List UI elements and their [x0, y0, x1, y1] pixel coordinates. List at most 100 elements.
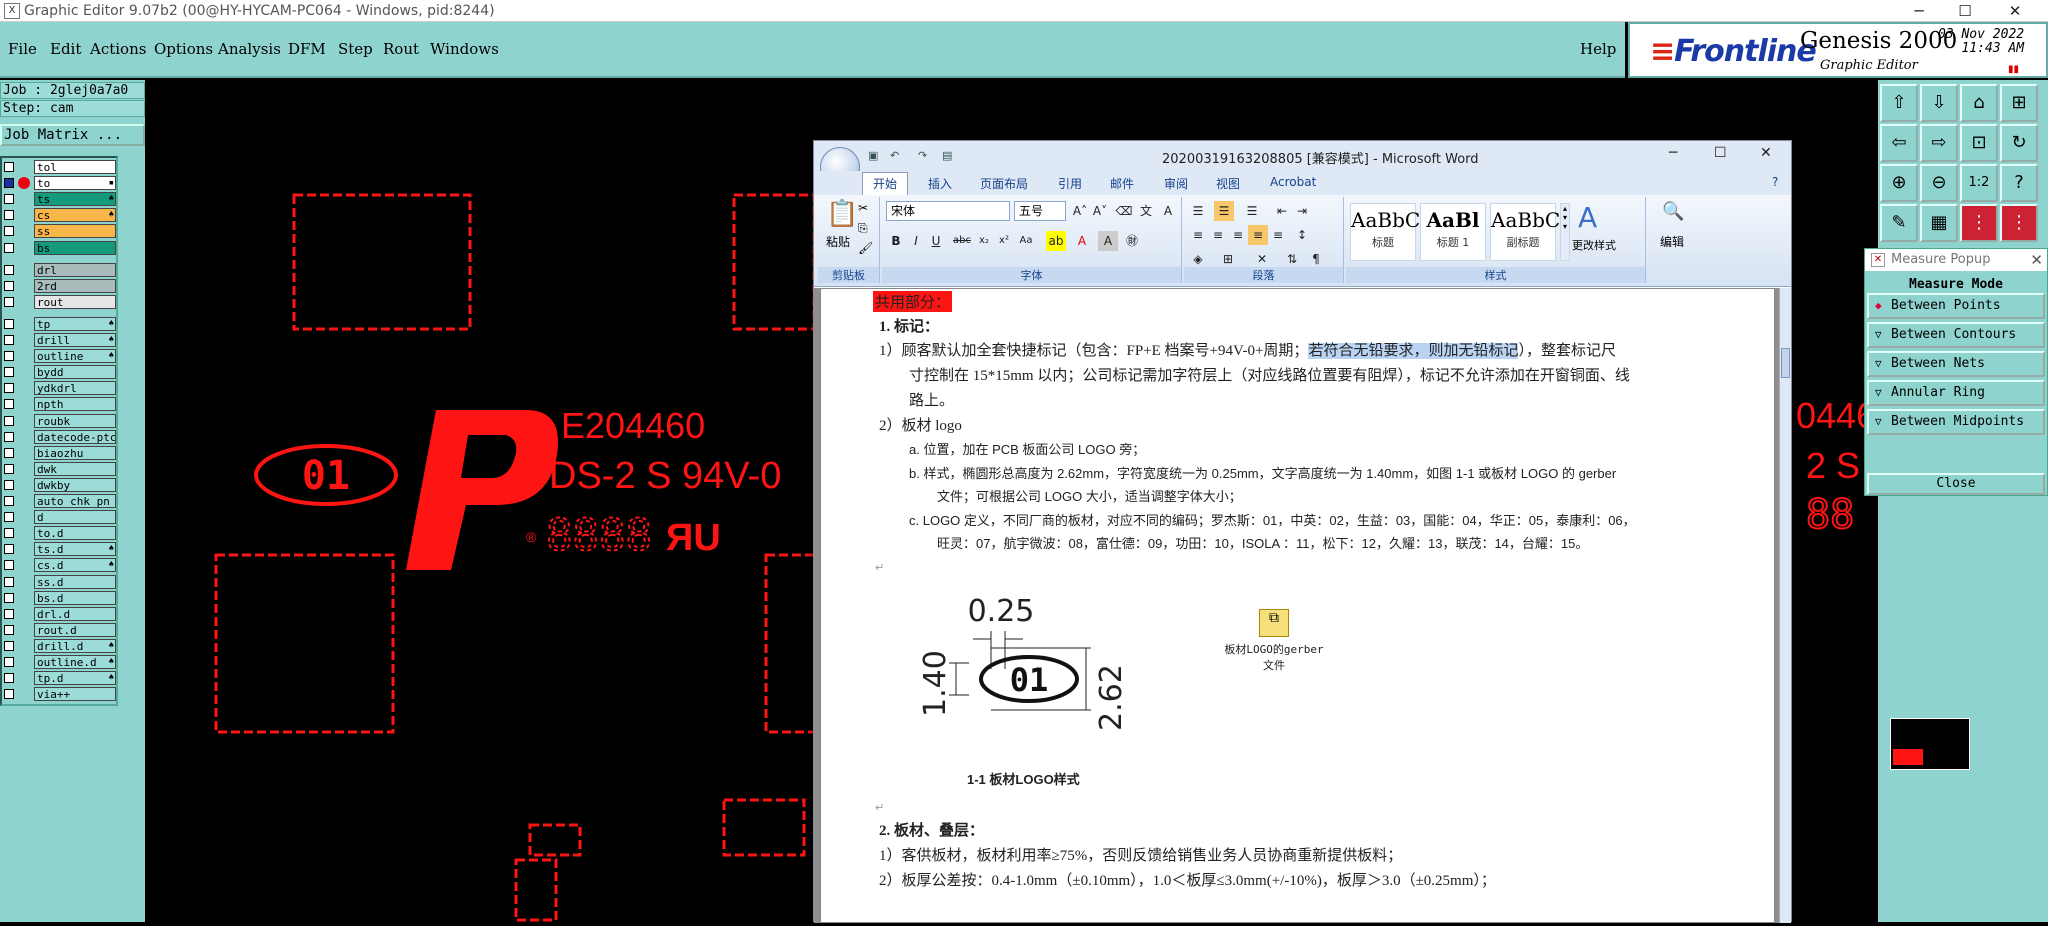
cut-icon[interactable]: ✂	[858, 201, 868, 215]
word-minimize-button[interactable]: ─	[1669, 145, 1677, 161]
menu-windows[interactable]: Windows	[430, 40, 499, 58]
font-size-select[interactable]: 五号	[1014, 201, 1066, 221]
layer-checkbox[interactable]	[4, 640, 14, 651]
layer-name[interactable]: ss.d	[34, 574, 116, 589]
bold-icon[interactable]: B	[886, 231, 906, 251]
mode-between-midpoints[interactable]: ▽ Between Midpoints	[1867, 409, 2045, 435]
shrink-font-icon[interactable]: A˅	[1090, 201, 1110, 221]
mode-annular-ring[interactable]: ▽ Annular Ring	[1867, 380, 2045, 406]
tool-1-icon[interactable]: ⇧	[1880, 84, 1918, 122]
tab-insert[interactable]: 插入	[928, 175, 952, 192]
home-icon[interactable]: ⌂	[1960, 84, 1998, 122]
menu-rout[interactable]: Rout	[383, 40, 419, 58]
layer-row-outline.d[interactable]: outline.d ♠	[2, 655, 116, 669]
style-heading-1[interactable]: AaBl 标题 1	[1420, 203, 1486, 261]
align-center-icon[interactable]: ≡	[1208, 225, 1228, 245]
layer-checkbox[interactable]	[4, 689, 14, 700]
distribute-icon[interactable]: ≡	[1268, 225, 1288, 245]
menu-file[interactable]: File	[8, 40, 37, 58]
scroll-thumb[interactable]	[1781, 348, 1790, 378]
justify-icon[interactable]: ≡	[1248, 225, 1268, 245]
strikethrough-icon[interactable]: abc	[952, 231, 972, 251]
tab-home[interactable]: 开始	[862, 172, 909, 195]
line-spacing-icon[interactable]: ↕	[1292, 225, 1312, 245]
paste-label[interactable]: 粘贴	[826, 233, 850, 250]
layer-checkbox[interactable]	[4, 335, 14, 345]
subscript-icon[interactable]: x₂	[974, 231, 994, 251]
layer-checkbox[interactable]	[4, 415, 14, 426]
layer-row-cs.d[interactable]: cs.d ♠	[2, 558, 116, 573]
find-icon[interactable]: 🔍	[1662, 201, 1684, 222]
format-painter-icon[interactable]: 🖌	[858, 241, 873, 255]
layer-row-rout[interactable]: rout	[2, 294, 116, 309]
layer-row-drill.d[interactable]: drill.d ♠	[2, 638, 116, 653]
style-subtitle[interactable]: AaBbC 副标题	[1490, 203, 1560, 261]
change-case-icon[interactable]: Aa	[1016, 231, 1036, 251]
layer-row-outline[interactable]: outline ♠	[2, 349, 116, 364]
decrease-indent-icon[interactable]: ⇤	[1272, 201, 1292, 221]
zoom-in-icon[interactable]: ⊕	[1880, 164, 1918, 202]
layer-checkbox[interactable]	[4, 264, 14, 275]
layer-name[interactable]: cs.d ♠	[34, 558, 116, 573]
layer-name[interactable]: cs ♠	[34, 208, 116, 223]
ribbon-help-icon[interactable]: ?	[1772, 175, 1778, 189]
redraw-icon[interactable]: ↻	[2000, 124, 2038, 162]
mode-between-nets[interactable]: ▽ Between Nets	[1867, 351, 2045, 377]
layer-name[interactable]: drl.d	[34, 606, 116, 621]
layer-checkbox[interactable]	[4, 431, 14, 442]
layer-row-to[interactable]: to ▪	[2, 176, 116, 191]
tool-2-icon[interactable]: ⇩	[1920, 84, 1958, 122]
layer-checkbox[interactable]	[4, 178, 14, 189]
char-border-icon[interactable]: A	[1158, 201, 1178, 221]
grow-font-icon[interactable]: A˄	[1070, 201, 1090, 221]
layer-row-drill[interactable]: drill ♠	[2, 333, 116, 347]
word-close-button[interactable]: ✕	[1760, 145, 1772, 161]
layer-row-ts.d[interactable]: ts.d ♠	[2, 542, 116, 557]
layer-row-drl[interactable]: drl	[2, 262, 116, 277]
asian-layout-icon[interactable]: ✕	[1252, 249, 1272, 269]
menu-edit[interactable]: Edit	[50, 40, 81, 58]
change-styles-label[interactable]: 更改样式	[1572, 237, 1616, 253]
mode-between-contours[interactable]: ▽ Between Contours	[1867, 322, 2045, 348]
sort-icon[interactable]: ⇅	[1282, 249, 1302, 269]
net-icon[interactable]: ⋮	[1960, 204, 1998, 242]
redo-icon[interactable]: ↷	[918, 149, 930, 162]
menu-analysis[interactable]: Analysis	[218, 40, 281, 58]
layer-name[interactable]: auto_chk_pn	[34, 494, 116, 508]
layer-row-drl.d[interactable]: drl.d	[2, 606, 116, 621]
save-icon[interactable]: ▣	[868, 149, 880, 162]
help-icon[interactable]: ?	[2000, 164, 2038, 202]
measure-close-icon[interactable]: ✕	[2030, 249, 2043, 271]
layer-row-ts[interactable]: ts ♠	[2, 192, 116, 207]
paste-icon[interactable]: 📋	[826, 199, 858, 229]
layer-name[interactable]: ss	[34, 224, 116, 239]
borders-icon[interactable]: ⊞	[1218, 249, 1238, 269]
layer-row-dwkby[interactable]: dwkby	[2, 477, 116, 492]
layer-name[interactable]: d	[34, 510, 116, 525]
grid-icon[interactable]: ⊞	[2000, 84, 2038, 122]
pan-left-icon[interactable]: ⇦	[1880, 124, 1918, 162]
menu-dfm[interactable]: DFM	[288, 40, 326, 58]
layer-name[interactable]: tol	[34, 160, 116, 174]
layer-row-roubk[interactable]: roubk	[2, 413, 116, 428]
enclose-char-icon[interactable]: ㊖	[1122, 231, 1142, 251]
layer-name[interactable]: via++	[34, 687, 116, 702]
align-left-icon[interactable]: ≡	[1188, 225, 1208, 245]
layer-row-via++[interactable]: via++	[2, 687, 116, 702]
layer-name[interactable]: rout	[34, 294, 116, 309]
layer-checkbox[interactable]	[4, 226, 14, 237]
layer-row-bs.d[interactable]: bs.d	[2, 590, 116, 605]
tab-mailings[interactable]: 邮件	[1110, 175, 1134, 192]
minimize-button[interactable]: ─	[1896, 0, 1942, 22]
layer-name[interactable]: to ▪	[34, 176, 116, 191]
measure-close-button[interactable]: Close	[1867, 473, 2045, 495]
measure-tool-icon[interactable]: ✎	[1880, 204, 1918, 242]
highlight-icon[interactable]: ab	[1046, 231, 1066, 251]
layer-row-bydd[interactable]: bydd	[2, 365, 116, 380]
tab-review[interactable]: 审阅	[1164, 175, 1188, 192]
tab-page-layout[interactable]: 页面布局	[980, 175, 1028, 192]
minimap[interactable]	[1890, 718, 1970, 770]
increase-indent-icon[interactable]: ⇥	[1292, 201, 1312, 221]
layer-row-datecode-ptc[interactable]: datecode-ptc	[2, 429, 116, 444]
layer-row-ydkdrl[interactable]: ydkdrl	[2, 381, 116, 396]
